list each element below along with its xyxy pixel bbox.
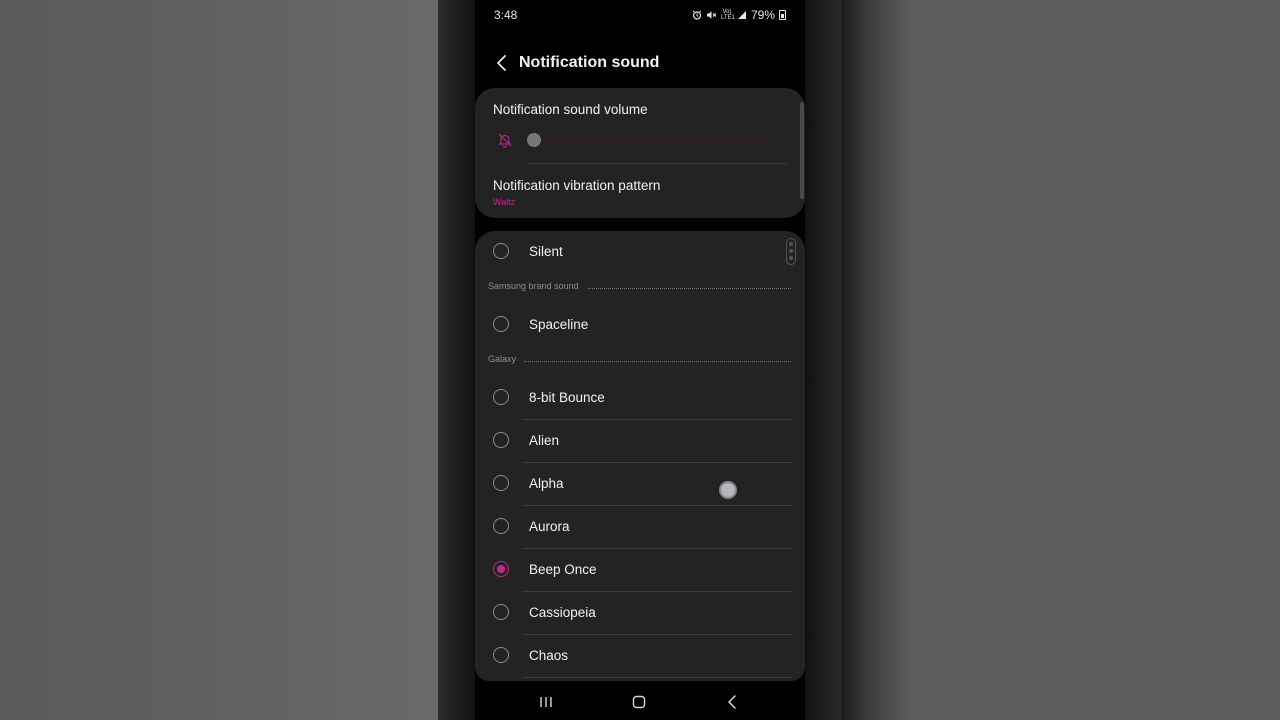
mute-icon — [706, 11, 717, 19]
home-icon — [632, 695, 646, 709]
sound-label: Beep Once — [529, 562, 597, 577]
vibration-pattern-row[interactable]: Notification vibration pattern Waltz — [475, 168, 805, 214]
sound-label: Alpha — [529, 476, 564, 491]
volume-slider[interactable] — [527, 133, 775, 147]
status-time: 3:48 — [494, 8, 518, 22]
sound-label: Spaceline — [529, 317, 589, 332]
row-divider — [522, 677, 792, 678]
alarm-icon — [692, 10, 702, 20]
sound-option-cassiopeia[interactable]: Cassiopeia — [475, 592, 805, 635]
radio-button[interactable] — [493, 518, 509, 534]
sound-option-alien[interactable]: Alien — [475, 420, 805, 463]
sound-option-8-bit-bounce[interactable]: 8-bit Bounce — [475, 377, 805, 420]
navigation-bar — [475, 682, 805, 720]
radio-button[interactable] — [493, 316, 509, 332]
back-arrow-icon — [497, 55, 506, 71]
sound-label: 8-bit Bounce — [529, 390, 605, 405]
volume-slider-thumb[interactable] — [527, 133, 541, 147]
radio-button[interactable] — [493, 243, 509, 259]
signal-icon — [737, 11, 746, 19]
radio-button[interactable] — [493, 475, 509, 491]
radio-button[interactable] — [493, 432, 509, 448]
sound-option-alpha[interactable]: Alpha — [475, 463, 805, 506]
radio-button[interactable] — [493, 604, 509, 620]
nav-back-button[interactable] — [717, 690, 747, 714]
battery-icon — [779, 10, 786, 20]
background-blur-right — [841, 0, 1280, 720]
sound-list-card: Silent Samsung brand sound Spaceline Gal… — [475, 231, 805, 681]
radio-button-selected[interactable] — [493, 561, 509, 577]
back-button[interactable] — [493, 51, 513, 75]
vibration-pattern-value: Waltz — [493, 197, 516, 207]
volume-slider-track — [533, 139, 775, 141]
section-header-galaxy: Galaxy — [488, 354, 791, 368]
sound-label: Chaos — [529, 648, 569, 663]
recents-button[interactable] — [531, 690, 561, 714]
phone-screen: 3:48 Vo) LTE1 79% Notification sound Not… — [475, 0, 805, 720]
sound-option-silent[interactable]: Silent — [475, 231, 805, 274]
notifications-off-icon[interactable] — [497, 132, 513, 148]
background-edge-right — [805, 0, 841, 720]
status-bar: 3:48 Vo) LTE1 79% — [494, 8, 786, 22]
vibration-pattern-label: Notification vibration pattern — [493, 178, 661, 193]
sound-option-chaos[interactable]: Chaos — [475, 635, 805, 678]
battery-percent: 79% — [750, 8, 775, 22]
recents-icon — [540, 697, 552, 707]
nav-back-icon — [728, 695, 736, 709]
sound-label: Cassiopeia — [529, 605, 596, 620]
page-title: Notification sound — [519, 54, 660, 71]
touch-indicator — [719, 481, 737, 499]
card-divider — [527, 163, 787, 164]
sound-option-beep-once[interactable]: Beep Once — [475, 549, 805, 592]
sound-settings-card: Notification sound volume Notification v… — [475, 88, 805, 218]
sound-option-spaceline[interactable]: Spaceline — [475, 304, 805, 347]
background-blur-left — [0, 0, 438, 720]
radio-button[interactable] — [493, 647, 509, 663]
sound-label: Aurora — [529, 519, 570, 534]
section-dotted-divider — [488, 361, 791, 362]
section-header-samsung-brand-sound: Samsung brand sound — [488, 281, 791, 295]
sound-option-aurora[interactable]: Aurora — [475, 506, 805, 549]
radio-button[interactable] — [493, 389, 509, 405]
volte-icon: Vo) LTE1 — [720, 9, 735, 21]
page-scrollbar[interactable] — [800, 102, 804, 199]
section-title: Samsung brand sound — [488, 281, 587, 291]
status-icons: Vo) LTE1 79% — [692, 8, 786, 22]
background-edge-left — [438, 0, 475, 720]
sound-label: Alien — [529, 433, 560, 448]
section-title: Galaxy — [488, 354, 525, 364]
header: Notification sound — [475, 50, 805, 76]
volume-label: Notification sound volume — [493, 102, 648, 117]
sound-label: Silent — [529, 244, 563, 259]
home-button[interactable] — [624, 690, 654, 714]
